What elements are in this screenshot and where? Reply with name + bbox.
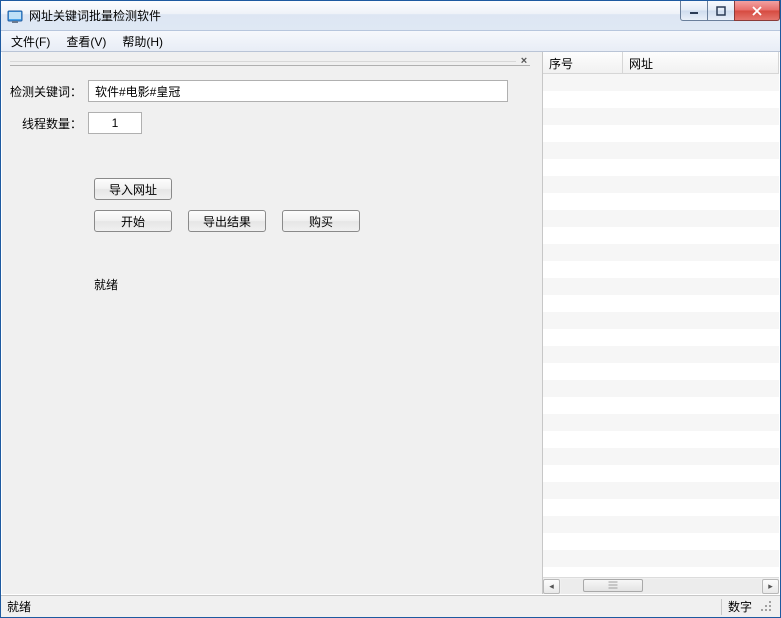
scroll-left-icon[interactable]: ◂ bbox=[543, 579, 560, 594]
keywords-label: 检测关键词： bbox=[10, 83, 88, 100]
list-row bbox=[543, 448, 779, 465]
statusbar: 就绪 数字 bbox=[1, 595, 780, 617]
menu-view[interactable]: 查看(V) bbox=[58, 31, 114, 52]
list-row bbox=[543, 210, 779, 227]
export-button[interactable]: 导出结果 bbox=[188, 210, 266, 232]
start-button[interactable]: 开始 bbox=[94, 210, 172, 232]
pane-status: 就绪 bbox=[94, 276, 530, 293]
list-row bbox=[543, 329, 779, 346]
menu-file[interactable]: 文件(F) bbox=[3, 31, 58, 52]
list-row bbox=[543, 176, 779, 193]
resize-grip-icon[interactable] bbox=[760, 600, 774, 614]
list-row bbox=[543, 159, 779, 176]
left-pane: × 检测关键词： 线程数量： 导入网址 开始 导出结果 购买 就绪 bbox=[2, 52, 538, 594]
list-row bbox=[543, 91, 779, 108]
threads-input[interactable] bbox=[88, 112, 142, 134]
list-row bbox=[543, 397, 779, 414]
threads-label: 线程数量： bbox=[10, 115, 88, 132]
list-rows bbox=[543, 74, 779, 577]
import-button[interactable]: 导入网址 bbox=[94, 178, 172, 200]
right-pane: 序号 网址 bbox=[542, 52, 779, 594]
list-row bbox=[543, 380, 779, 397]
list-row bbox=[543, 125, 779, 142]
app-icon bbox=[7, 8, 23, 24]
list-row bbox=[543, 261, 779, 278]
maximize-button[interactable] bbox=[707, 1, 735, 21]
list-row bbox=[543, 278, 779, 295]
client-area: × 检测关键词： 线程数量： 导入网址 开始 导出结果 购买 就绪 bbox=[1, 52, 780, 595]
scroll-right-icon[interactable]: ▸ bbox=[762, 579, 779, 594]
statusbar-left: 就绪 bbox=[7, 598, 31, 615]
list-row bbox=[543, 193, 779, 210]
statusbar-sep bbox=[721, 599, 722, 615]
list-row bbox=[543, 465, 779, 482]
pane-header: × bbox=[10, 58, 530, 66]
scroll-track[interactable] bbox=[561, 579, 761, 594]
list-row bbox=[543, 74, 779, 91]
list-row bbox=[543, 346, 779, 363]
list-row bbox=[543, 482, 779, 499]
statusbar-right: 数字 bbox=[728, 598, 752, 615]
list-row bbox=[543, 227, 779, 244]
scroll-thumb[interactable] bbox=[583, 579, 643, 592]
close-button[interactable] bbox=[734, 1, 780, 21]
keywords-input[interactable] bbox=[88, 80, 508, 102]
list-row bbox=[543, 244, 779, 261]
horizontal-scrollbar[interactable]: ◂ ▸ bbox=[543, 577, 779, 594]
keywords-row: 检测关键词： bbox=[10, 80, 530, 102]
list-row bbox=[543, 499, 779, 516]
list-row bbox=[543, 414, 779, 431]
list-row bbox=[543, 567, 779, 577]
list-row bbox=[543, 142, 779, 159]
menu-help[interactable]: 帮助(H) bbox=[114, 31, 171, 52]
list-row bbox=[543, 363, 779, 380]
list-row bbox=[543, 516, 779, 533]
list-row bbox=[543, 312, 779, 329]
window-title: 网址关键词批量检测软件 bbox=[29, 7, 161, 24]
window-controls bbox=[681, 1, 780, 21]
list-row bbox=[543, 550, 779, 567]
pane-close-icon[interactable]: × bbox=[518, 56, 530, 68]
menubar: 文件(F) 查看(V) 帮助(H) bbox=[1, 31, 780, 52]
list-body[interactable] bbox=[543, 74, 779, 577]
col-url[interactable]: 网址 bbox=[623, 52, 779, 73]
action-row: 开始 导出结果 购买 bbox=[94, 210, 530, 232]
list-row bbox=[543, 295, 779, 312]
list-row bbox=[543, 108, 779, 125]
app-window: 网址关键词批量检测软件 文件(F) 查看(V) 帮助(H) × 检测关键词： bbox=[0, 0, 781, 618]
col-index[interactable]: 序号 bbox=[543, 52, 623, 73]
list-row bbox=[543, 533, 779, 550]
list-row bbox=[543, 431, 779, 448]
import-row: 导入网址 bbox=[94, 178, 530, 200]
minimize-button[interactable] bbox=[680, 1, 708, 21]
buy-button[interactable]: 购买 bbox=[282, 210, 360, 232]
titlebar[interactable]: 网址关键词批量检测软件 bbox=[1, 1, 780, 31]
list-header: 序号 网址 bbox=[543, 52, 779, 74]
threads-row: 线程数量： bbox=[10, 112, 530, 134]
